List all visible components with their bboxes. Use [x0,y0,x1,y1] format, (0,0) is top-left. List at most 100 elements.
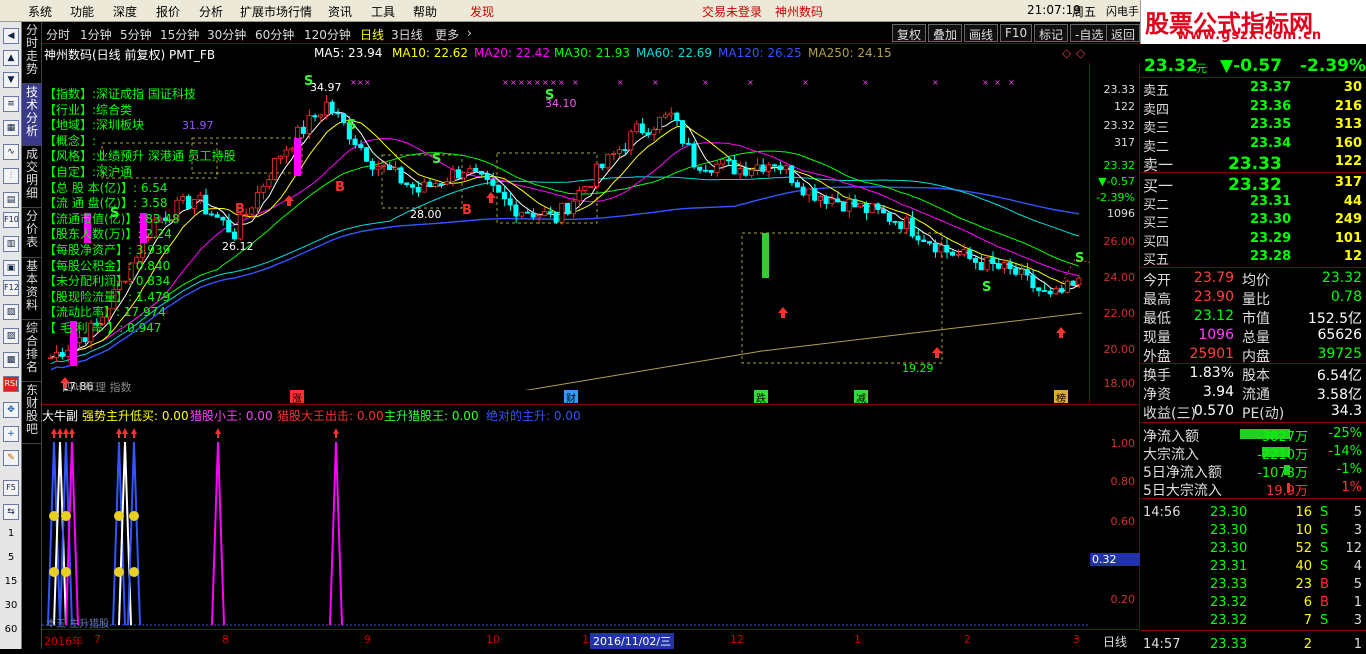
period-num-15[interactable]: 15 [2,576,20,587]
menu-ext-market[interactable]: 扩展市场行情 [240,3,312,20]
up-icon[interactable]: ▲ [3,50,19,66]
menu-analysis[interactable]: 分析 [199,3,223,20]
ask-row[interactable]: 卖四 23.36 216 [1140,97,1366,118]
fundamental-line: 【指数】:深证成指 国证科技 [44,87,196,101]
panel-icon[interactable]: ▩ [3,352,19,368]
book-icon[interactable]: ▨ [3,328,19,344]
indicator-tick: 0.20 [1110,593,1136,606]
f5-icon[interactable]: F5 [3,480,19,496]
bid-row[interactable]: 买二 23.31 44 [1140,192,1366,213]
period-daily[interactable]: 日线 [360,26,384,43]
period-60min[interactable]: 60分钟 [255,26,294,43]
news-icon[interactable]: ▥ [3,236,19,252]
menu-help[interactable]: 帮助 [413,3,437,20]
tab-tech-analysis[interactable]: 技术分析 [22,84,42,146]
return-button[interactable]: 返回 [1106,24,1140,42]
event-marker[interactable]: 榜 [1054,390,1068,405]
overlay-button[interactable]: 叠加 [928,24,963,42]
move-icon[interactable]: ✥ [3,402,19,418]
down-icon[interactable]: ▼ [3,72,19,88]
tab-basic-info[interactable]: 基本资料 [22,258,42,320]
menu-tools[interactable]: 工具 [371,3,395,20]
period-num-60[interactable]: 60 [2,624,20,635]
flow-row: 大宗流入 -2210万 -14% [1140,442,1366,463]
period-timeshare[interactable]: 分时 [46,26,70,43]
axis-quote-value: 23.33 [1103,83,1136,96]
candle-body [783,165,789,171]
tab-ranking[interactable]: 综合排名 [22,320,42,382]
tab-price-table[interactable]: 分价表 [22,208,42,258]
candle-body [967,249,973,259]
chart-info-header: 神州数码(日线 前复权) PMT_FB MA5: 23.94 MA10: 22.… [42,44,1140,63]
ask-row[interactable]: 卖五 23.37 30 [1140,78,1366,99]
period-3day[interactable]: 3日线 [391,26,423,43]
ask-row[interactable]: 卖一 23.33 122 [1140,152,1366,174]
tab-timeshare[interactable]: 分时走势 [22,22,42,84]
ask-row[interactable]: 卖三 23.35 313 [1140,115,1366,136]
period-120min[interactable]: 120分钟 [304,26,351,43]
doc-icon[interactable]: ▣ [3,260,19,276]
period-5min[interactable]: 5分钟 [120,26,152,43]
diamond-icon[interactable]: ◇ [1062,46,1071,60]
menu-function[interactable]: 功能 [70,3,94,20]
candle-body [501,191,507,200]
stat-row: 现量 1096 总量 65626 [1140,325,1366,346]
indicator-chart[interactable]: 本王 主升猎股 [42,422,1090,630]
kline-icon[interactable]: ⫶ [3,168,19,184]
period-more-arrow[interactable]: › [467,26,472,40]
period-30min[interactable]: 30分钟 [207,26,246,43]
flash-trade-button[interactable]: 闪电手 [1106,3,1139,19]
line-chart-icon[interactable]: ∿ [3,144,19,160]
adjust-button[interactable]: 复权 [892,24,927,42]
bid-row[interactable]: 买三 23.30 249 [1140,210,1366,231]
f10-icon[interactable]: F10 [3,212,19,228]
up-arrow-icon [69,428,75,438]
period-1min[interactable]: 1分钟 [80,26,112,43]
table-icon[interactable]: ▤ [3,192,19,208]
period-num-1[interactable]: 1 [2,528,20,539]
candle-body [915,235,921,241]
menu-system[interactable]: 系统 [28,3,52,20]
draw-line-button[interactable]: 画线 [964,24,999,42]
mark-button[interactable]: 标记 [1034,24,1069,42]
f10-button[interactable]: F10 [1000,24,1033,42]
stock-name-link[interactable]: 神州数码 [775,3,823,20]
ask-row[interactable]: 卖二 23.34 160 [1140,134,1366,155]
menu-discover[interactable]: 发现 [470,3,494,20]
chart2-icon[interactable]: ▧ [3,304,19,320]
switch-icon[interactable]: ⇆ [3,504,19,520]
menu-depth[interactable]: 深度 [113,3,137,20]
add-watchlist-button[interactable]: -自选 [1070,24,1109,42]
pen-icon[interactable]: ✎ [3,450,19,466]
event-marker[interactable]: 财 [564,390,578,405]
tab-forum[interactable]: 东财股吧 [22,382,42,444]
stat-value: 1.83% [1189,365,1234,381]
candle-body [794,182,800,188]
expand-icon[interactable]: ◇ [1076,46,1085,60]
rsi-icon[interactable]: RSI [3,376,19,392]
bid-row[interactable]: 买四 23.29 101 [1140,229,1366,250]
kline-chart[interactable]: 34.97 31.97 26.12 28.00 34.10 19.29 17.86 S S S S S… [42,63,1090,403]
period-num-30[interactable]: 30 [2,600,20,611]
zoom-icon[interactable]: + [3,426,19,442]
tab-trade-detail[interactable]: 成交明细 [22,146,42,208]
grid-icon[interactable]: ▦ [3,120,19,136]
menu-quote[interactable]: 报价 [156,3,180,20]
period-indicator[interactable]: 日线 [1090,629,1140,649]
bid-row[interactable]: 买五 23.28 12 [1140,247,1366,268]
period-more[interactable]: 更多 [435,26,459,43]
tick-volume: 23 [1295,577,1312,592]
menu-info[interactable]: 资讯 [328,3,352,20]
up-arrow-icon [63,428,69,438]
period-15min[interactable]: 15分钟 [160,26,199,43]
back-icon[interactable]: ◀ [3,28,19,44]
event-marker[interactable]: 减 [854,390,868,405]
f12-icon[interactable]: F12 [3,280,19,296]
login-status-link[interactable]: 交易未登录 [702,3,762,20]
event-marker[interactable]: 跌 [754,390,768,405]
event-marker[interactable]: 涨 [290,390,304,405]
bid-row[interactable]: 买一 23.32 317 [1140,173,1366,195]
period-num-5[interactable]: 5 [2,552,20,563]
candle-body [82,337,88,342]
list-icon[interactable]: ≡ [3,96,19,112]
